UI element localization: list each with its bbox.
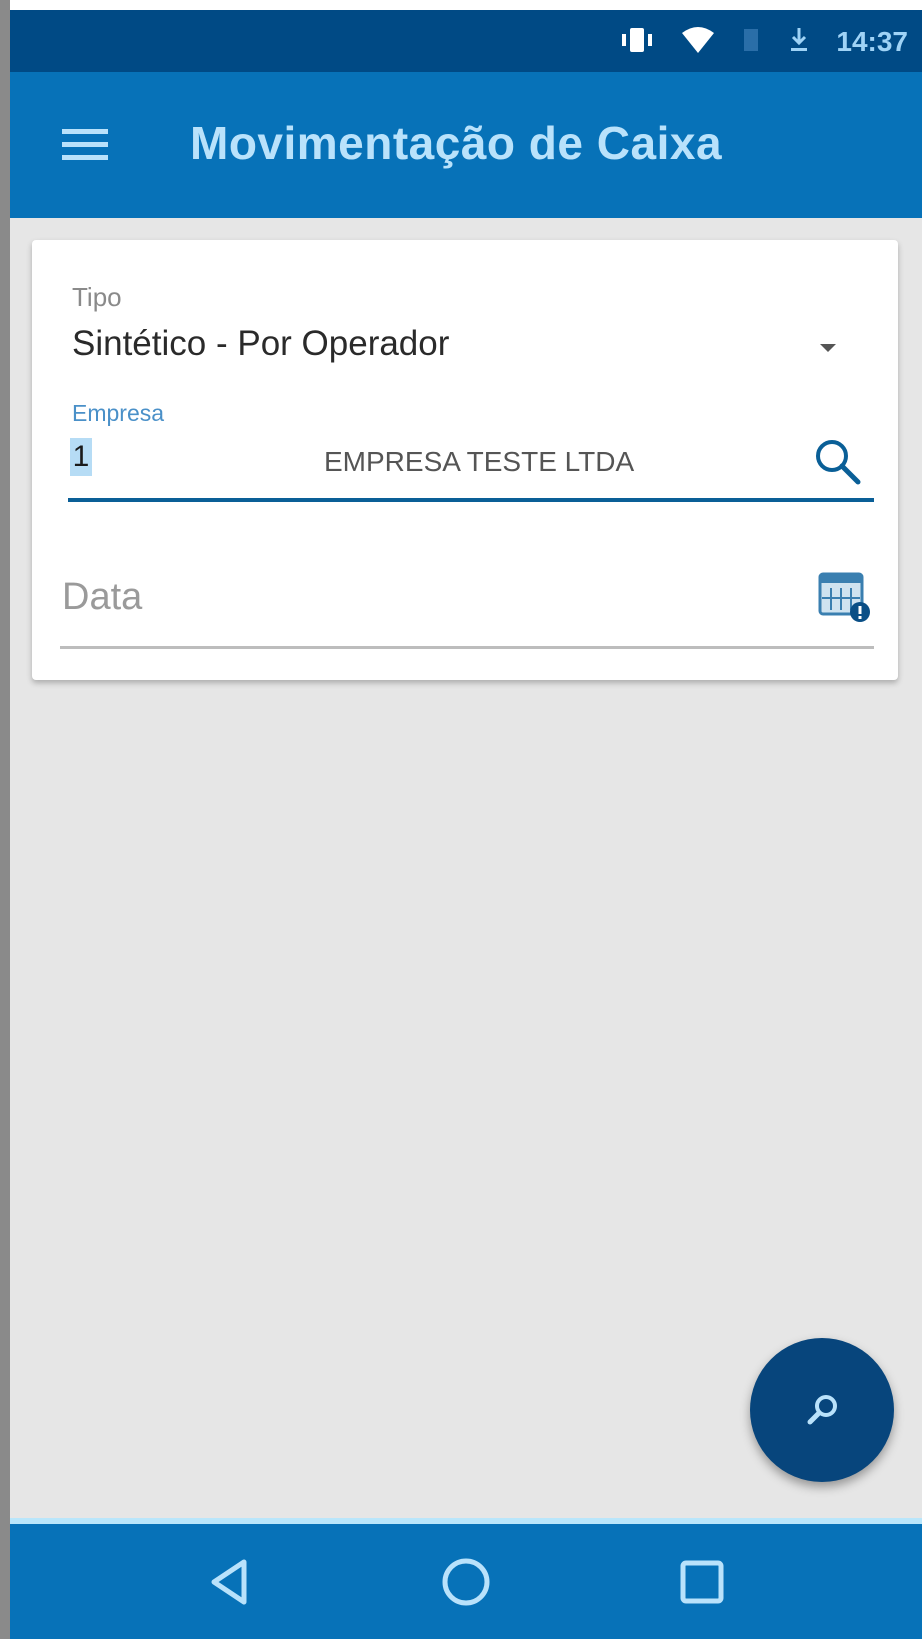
tipo-select[interactable]: Sintético - Por Operador xyxy=(72,324,449,364)
filter-card: Tipo Sintético - Por Operador Empresa 1 … xyxy=(32,240,898,680)
hamburger-menu-icon xyxy=(62,129,108,160)
signal-icon xyxy=(742,25,762,60)
empresa-search-button[interactable] xyxy=(810,434,864,488)
dropdown-arrow-icon[interactable] xyxy=(820,344,836,352)
download-icon xyxy=(788,25,810,60)
calendar-icon xyxy=(818,572,870,622)
recents-icon xyxy=(680,1560,724,1604)
calendar-button[interactable] xyxy=(816,566,874,624)
status-time: 14:37 xyxy=(836,26,908,57)
status-bar: 14:37 xyxy=(10,0,922,72)
wifi-icon xyxy=(680,25,716,60)
data-underline xyxy=(60,646,874,649)
empresa-underline xyxy=(68,498,874,502)
system-nav-bar xyxy=(10,1518,922,1639)
back-button[interactable] xyxy=(198,1550,262,1614)
empresa-code-input[interactable]: 1 xyxy=(70,438,92,476)
page-title: Movimentação de Caixa xyxy=(190,117,723,169)
empresa-name: EMPRESA TESTE LTDA xyxy=(324,446,635,477)
empresa-label: Empresa xyxy=(72,400,165,426)
search-icon xyxy=(807,1395,837,1425)
home-button[interactable] xyxy=(434,1550,498,1614)
back-icon xyxy=(211,1559,247,1605)
vibrate-icon xyxy=(620,25,654,60)
home-icon xyxy=(442,1558,490,1606)
status-icons: 14:37 xyxy=(620,22,908,62)
tipo-label: Tipo xyxy=(72,282,122,312)
screen: 14:37 Movimentação de Caixa Tipo Sintéti… xyxy=(0,0,922,1639)
data-field[interactable]: Data xyxy=(62,576,142,619)
app-bar: Movimentação de Caixa xyxy=(10,72,922,218)
recents-button[interactable] xyxy=(670,1550,734,1614)
search-fab-button[interactable] xyxy=(750,1338,894,1482)
search-icon xyxy=(816,440,861,485)
menu-button[interactable] xyxy=(58,117,114,173)
